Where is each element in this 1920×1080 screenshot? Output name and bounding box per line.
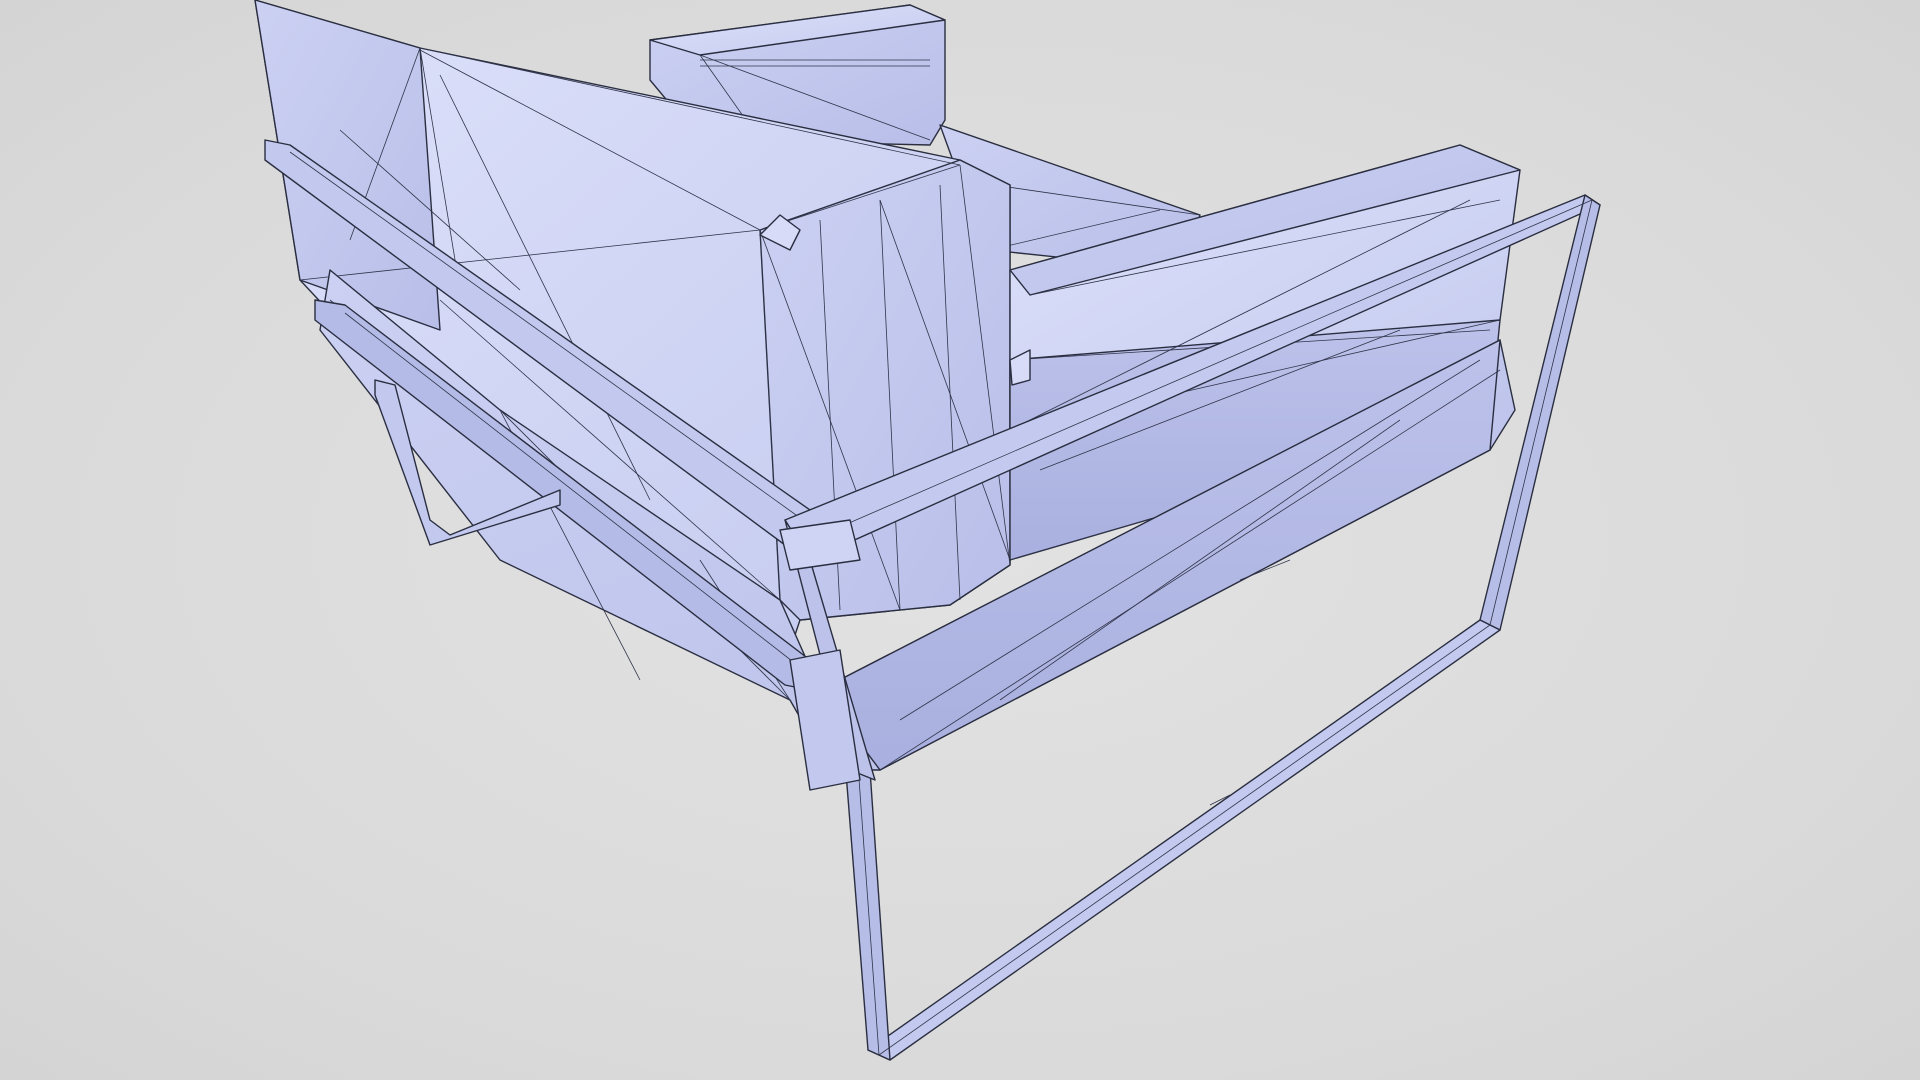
3d-viewport[interactable]: [0, 0, 1920, 1080]
armchair-model: [254, 0, 1601, 1061]
